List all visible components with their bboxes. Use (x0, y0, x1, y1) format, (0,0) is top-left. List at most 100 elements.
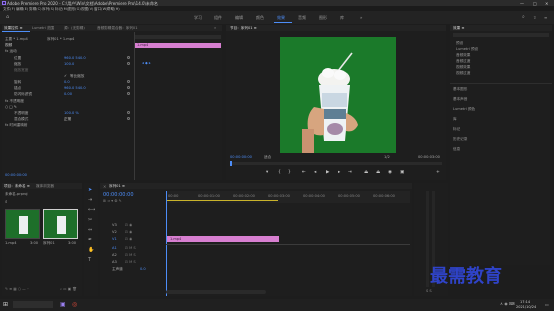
notifications-icon[interactable]: ≡ (544, 15, 547, 20)
sequence-thumbnail[interactable] (43, 209, 78, 239)
master-volume-value[interactable]: 0.0 (140, 267, 146, 271)
tab-project[interactable]: 项目：未命名 ≡ (4, 184, 30, 189)
solo-buttons[interactable]: S S (426, 289, 432, 293)
type-tool-icon[interactable]: T (88, 257, 91, 263)
effects-folder-audio-transitions[interactable]: 音频过渡 (456, 59, 470, 64)
workspace-learn[interactable]: 学习 (194, 15, 202, 21)
prop-position-value[interactable]: 960.0 540.0 (64, 56, 86, 60)
effect-opacity[interactable]: fx 不透明度 (5, 99, 24, 104)
play-icon[interactable]: ▶ (326, 170, 329, 175)
export-frame-icon[interactable]: ◉ (388, 170, 392, 175)
source-clip-dropdown[interactable]: 主要 * 1.mp4 (5, 37, 28, 42)
prop-scale-value[interactable]: 100.0 (64, 62, 74, 66)
comparison-view-icon[interactable]: ▣ (400, 170, 404, 175)
track-select-tool-icon[interactable]: ⇥ (88, 197, 92, 203)
effects-folder-presets[interactable]: 预设 (456, 41, 463, 46)
step-forward-icon[interactable]: ▸ (338, 170, 340, 175)
ripple-edit-tool-icon[interactable]: ⟷ (88, 207, 95, 213)
tab-effects[interactable]: 效果 ≡ (453, 26, 464, 31)
mark-out-icon[interactable]: } (288, 170, 291, 175)
lift-icon[interactable]: ⏏ (364, 170, 368, 175)
search-icon[interactable]: ⌕ (5, 199, 8, 205)
start-icon[interactable]: ⊞ (3, 301, 8, 308)
premiere-taskbar-icon[interactable]: ▣ (60, 301, 66, 308)
close-button[interactable]: ✕ (545, 1, 548, 6)
effect-time-remap[interactable]: fx 时间重映射 (5, 123, 28, 128)
tab-lumetri-scopes[interactable]: Lumetri 范围 (32, 26, 54, 31)
go-to-out-icon[interactable]: ⇥ (348, 170, 352, 175)
button-editor-icon[interactable]: + (436, 170, 440, 175)
workspace-libraries[interactable]: 库 (340, 15, 344, 21)
minimize-button[interactable]: — (520, 1, 524, 6)
razor-tool-icon[interactable]: ✂ (88, 217, 92, 223)
reset-icon[interactable] (127, 117, 130, 120)
more-tabs-icon[interactable]: » (214, 26, 216, 30)
effects-folder-video-effects[interactable]: 视频效果 (456, 65, 470, 70)
chrome-taskbar-icon[interactable]: ◎ (72, 301, 77, 308)
home-icon[interactable]: ⌂ (6, 14, 9, 20)
effects-folder-lumetri-presets[interactable]: Lumetri 预设 (456, 47, 478, 52)
sequence-clip-dropdown[interactable]: 序列01 * 1.mp4 (47, 37, 74, 42)
go-to-in-icon[interactable]: ⇤ (302, 170, 306, 175)
quick-export-icon[interactable]: ⇧ (533, 15, 536, 20)
reset-icon[interactable] (127, 56, 130, 59)
close-tab-icon[interactable]: ✕ (103, 184, 106, 189)
section-history[interactable]: 历史记录 (453, 137, 467, 142)
blend-mode-dropdown[interactable]: 正常 (64, 117, 71, 122)
workspace-effects[interactable]: 效果 (277, 15, 285, 21)
taskbar-search-input[interactable] (13, 301, 53, 308)
track-controls[interactable]: ⊡ M S (125, 260, 136, 264)
hand-tool-icon[interactable]: ✋ (88, 247, 94, 253)
step-back-icon[interactable]: ◂ (314, 170, 316, 175)
timeline-tool-icons[interactable]: ⊞ ⊃ ▾ ⚙ ✎ (103, 199, 122, 203)
work-area-bar[interactable] (166, 200, 278, 201)
reset-icon[interactable] (127, 62, 130, 65)
extract-icon[interactable]: ⏏ (376, 170, 380, 175)
section-info[interactable]: 信息 (453, 147, 460, 152)
track-v1[interactable]: V1 (112, 237, 117, 241)
section-lumetri-color[interactable]: Lumetri 颜色 (453, 107, 475, 112)
workspace-assembly[interactable]: 组件 (214, 15, 222, 21)
section-libraries[interactable]: 库 (453, 117, 457, 122)
track-a3[interactable]: A3 (112, 260, 117, 264)
prop-rotation-value[interactable]: 0.0 (64, 80, 70, 84)
section-essential-graphics[interactable]: 基本图形 (453, 87, 467, 92)
search-icon[interactable]: ⌕ (522, 14, 525, 20)
reset-icon[interactable] (127, 111, 130, 114)
mask-shape-icons[interactable]: ○ □ ✎ (5, 105, 17, 109)
effects-folder-audio-effects[interactable]: 音频效果 (456, 53, 470, 58)
tab-audio-clip-mixer[interactable]: 音频剪辑混合器：序列01 (97, 26, 138, 31)
system-tray[interactable]: ∧ ◉ ⌨ (500, 301, 515, 306)
mark-in-icon[interactable]: { (278, 170, 281, 175)
program-playhead[interactable] (230, 161, 232, 166)
maximize-button[interactable]: □ (533, 1, 537, 6)
workspace-color[interactable]: 颜色 (256, 15, 264, 21)
track-a2[interactable]: A2 (112, 253, 117, 257)
prop-anchor-value[interactable]: 960.0 540.0 (64, 86, 86, 90)
uniform-scale-checkbox[interactable]: ✓ (64, 74, 67, 78)
effects-search-input[interactable] (453, 33, 549, 37)
reset-icon[interactable] (127, 86, 130, 89)
notification-icon[interactable]: ▭ (545, 302, 549, 307)
workspace-editing[interactable]: 编辑 (235, 15, 243, 21)
keyframe-nav-icons[interactable]: ◂ ◆ ▸ (142, 61, 151, 65)
tab-source[interactable]: 源：(无剪辑) (64, 26, 85, 31)
prop-opacity-value[interactable]: 100.0 % (64, 111, 79, 115)
track-controls[interactable]: ⊡ ◉ (125, 237, 132, 241)
section-markers[interactable]: 标记 (453, 127, 460, 132)
prop-anti-flicker-value[interactable]: 0.00 (64, 92, 72, 96)
add-marker-icon[interactable]: ▾ (266, 170, 268, 175)
clip-thumbnail[interactable] (5, 209, 40, 239)
slip-tool-icon[interactable]: ⇔ (88, 227, 92, 233)
project-footer-icons[interactable]: ✎ ≡ ▦ ○ — ◦ (5, 287, 29, 291)
timeline-zoom-scrollbar[interactable] (166, 290, 266, 294)
pen-tool-icon[interactable]: ✒ (88, 237, 92, 243)
more-workspaces-icon[interactable]: » (360, 15, 362, 20)
reset-icon[interactable] (127, 92, 130, 95)
track-controls[interactable]: ⊡ M S (125, 246, 136, 250)
program-scrubber[interactable] (230, 162, 442, 165)
track-v2[interactable]: V2 (112, 230, 117, 234)
effects-folder-video-transitions[interactable]: 视频过渡 (456, 71, 470, 76)
ec-timecode[interactable]: 00:00:00:00 (5, 173, 27, 177)
track-controls[interactable]: ⊡ M S (125, 253, 136, 257)
